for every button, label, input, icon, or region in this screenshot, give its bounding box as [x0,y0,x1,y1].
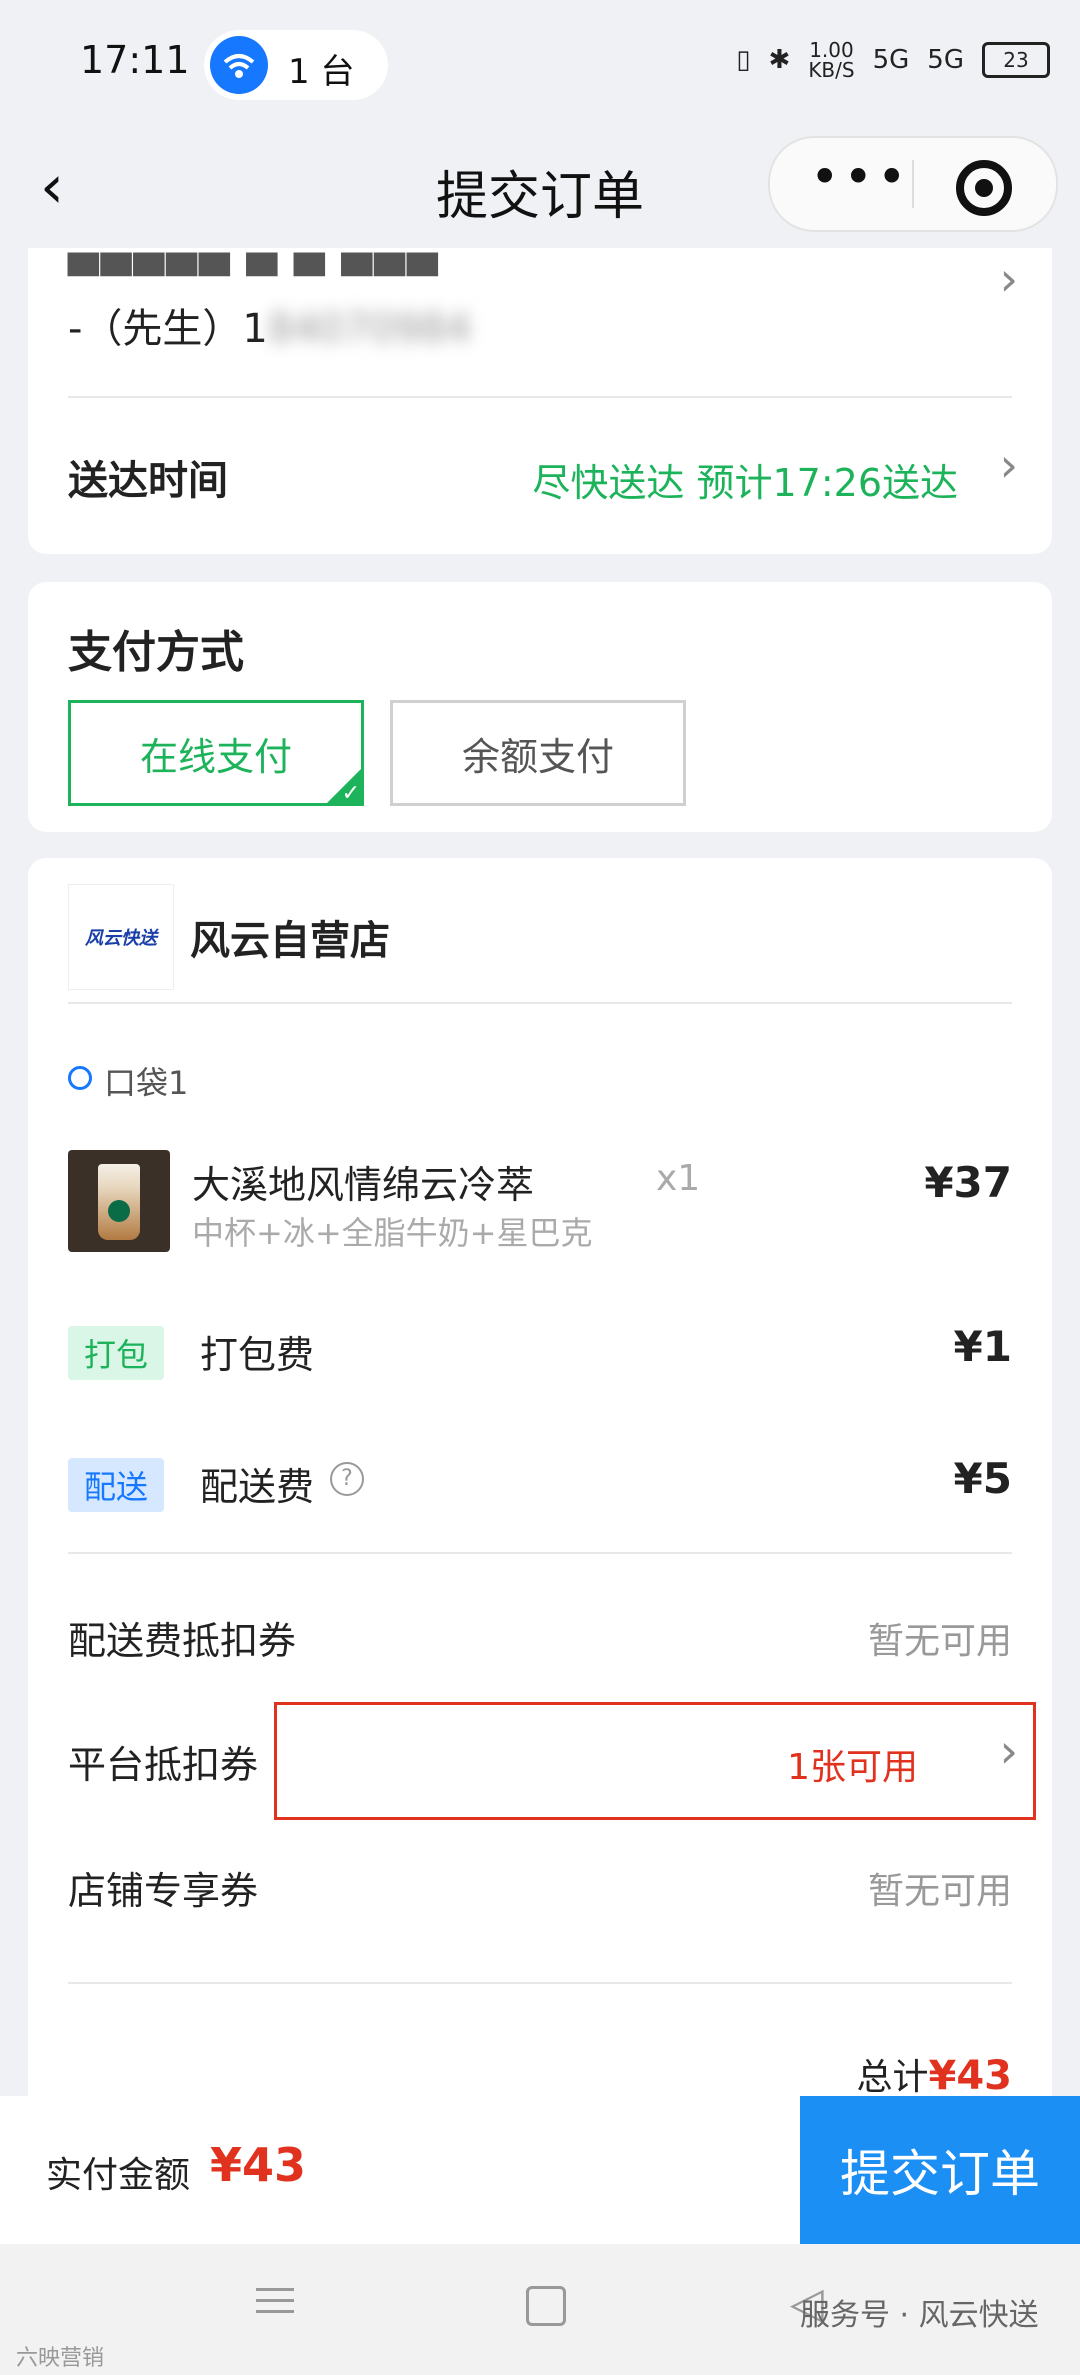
delivery-time-label: 送达时间 [68,458,228,504]
watermark-service: 服务号 · 风云快送 [800,2298,1039,2333]
product-spec: 中杯+冰+全脂牛奶+星巴克 [192,1214,593,1252]
divider [68,1982,1012,1984]
coupon-shop-label: 店铺专享券 [68,1869,259,1913]
address-partial: ▀▀▀▀▀ ▀ ▀ ▀▀▀ [68,254,440,300]
wifi-icon [210,36,268,94]
paid-value: ¥43 [210,2138,307,2192]
total-row: 总计¥43 [856,2048,1012,2100]
net-speed: 1.00 KB/S [808,38,855,82]
nav-bar: ‹ 提交订单 ••• [0,130,1080,248]
contact-name: -（先生）1 [68,306,268,352]
address-card: ▀▀▀▀▀ ▀ ▀ ▀▀▀ -（先生）184070984 › 送达时间 尽快送达… [28,248,1052,554]
contact-info: -（先生）184070984 [68,296,471,354]
device-pill[interactable]: 1 台 [204,30,388,100]
coupon-platform-value[interactable]: 1张可用 [787,1738,918,1790]
delivery-time-value[interactable]: 尽快送达 预计17:26送达 [532,452,958,507]
signal-5g-icon-2: 5G [927,45,964,75]
bluetooth-icon: ✱ [768,45,791,75]
bag-label: 口袋1 [104,1064,189,1102]
delivery-tag: 配送 [68,1458,165,1512]
shop-logo: 风云快送 [68,884,174,990]
status-bar: 17:11 1 台 ▯ ✱ 1.00 KB/S 5G 5G 23 [0,0,1080,130]
pay-balance-label: 余额支付 [461,734,614,779]
total-label: 总计 [856,2057,929,2098]
coupon-platform-label: 平台抵扣券 [68,1743,259,1787]
more-icon[interactable]: ••• [810,148,910,206]
check-icon: ✓ [324,766,364,806]
payment-title: 支付方式 [68,627,244,678]
payment-card: 支付方式 在线支付 ✓ 余额支付 [28,582,1052,832]
close-target-icon[interactable] [956,160,1012,216]
status-time: 17:11 [80,38,190,82]
packing-tag: 打包 [68,1326,165,1380]
product-name: 大溪地风情绵云冷萃 [192,1163,535,1207]
coupon-platform-highlight[interactable] [274,1702,1036,1820]
product-qty: x1 [656,1158,701,1199]
paid-label: 实付金额 [46,2155,191,2196]
pay-online-label: 在线支付 [139,734,292,779]
packing-fee-label: 打包费 [200,1333,315,1377]
order-card: 风云快送 风云自营店 口袋1 大溪地风情绵云冷萃 中杯+冰+全脂牛奶+星巴克 x… [28,858,1052,2099]
coupon-delivery-label: 配送费抵扣券 [68,1619,297,1663]
product-image [68,1150,170,1252]
mini-program-capsule: ••• [768,136,1058,232]
home-icon[interactable] [526,2286,566,2326]
divider [68,396,1012,398]
coupon-shop-value: 暂无可用 [867,1871,1012,1912]
pay-balance-button[interactable]: 余额支付 [390,700,686,806]
chevron-right-icon[interactable]: › [1000,252,1018,306]
device-count: 1 台 [288,52,355,92]
chevron-right-icon[interactable]: › [1000,438,1018,492]
coupon-delivery-value: 暂无可用 [867,1621,1012,1662]
battery-icon: 23 [982,42,1050,78]
system-icons: ▯ ✱ 1.00 KB/S 5G 5G 23 [736,40,1050,80]
pay-online-button[interactable]: 在线支付 ✓ [68,700,364,806]
capsule-divider [912,160,914,208]
divider [68,1002,1012,1004]
total-value: ¥43 [928,2053,1013,2099]
shop-name: 风云自营店 [190,918,390,964]
bag-dot-icon [68,1066,92,1090]
help-icon[interactable]: ? [330,1462,364,1496]
watermark-left: 六映营销 [16,2346,105,2371]
chevron-right-icon[interactable]: › [1000,1724,1018,1778]
packing-fee-price: ¥1 [953,1322,1012,1371]
vibrate-icon: ▯ [736,45,751,75]
signal-5g-icon: 5G [872,45,910,75]
contact-phone: 84070984 [267,306,472,352]
divider [68,1552,1012,1554]
submit-order-button[interactable]: 提交订单 [800,2096,1080,2244]
product-price: ¥37 [924,1158,1012,1207]
menu-icon[interactable] [256,2280,294,2321]
shop-logo-text: 风云快送 [85,928,157,949]
system-nav-bar: ◁ 服务号 · 风云快送 六映营销 [0,2244,1080,2375]
delivery-fee-price: ¥5 [953,1454,1012,1503]
delivery-fee-label: 配送费 [200,1465,315,1509]
